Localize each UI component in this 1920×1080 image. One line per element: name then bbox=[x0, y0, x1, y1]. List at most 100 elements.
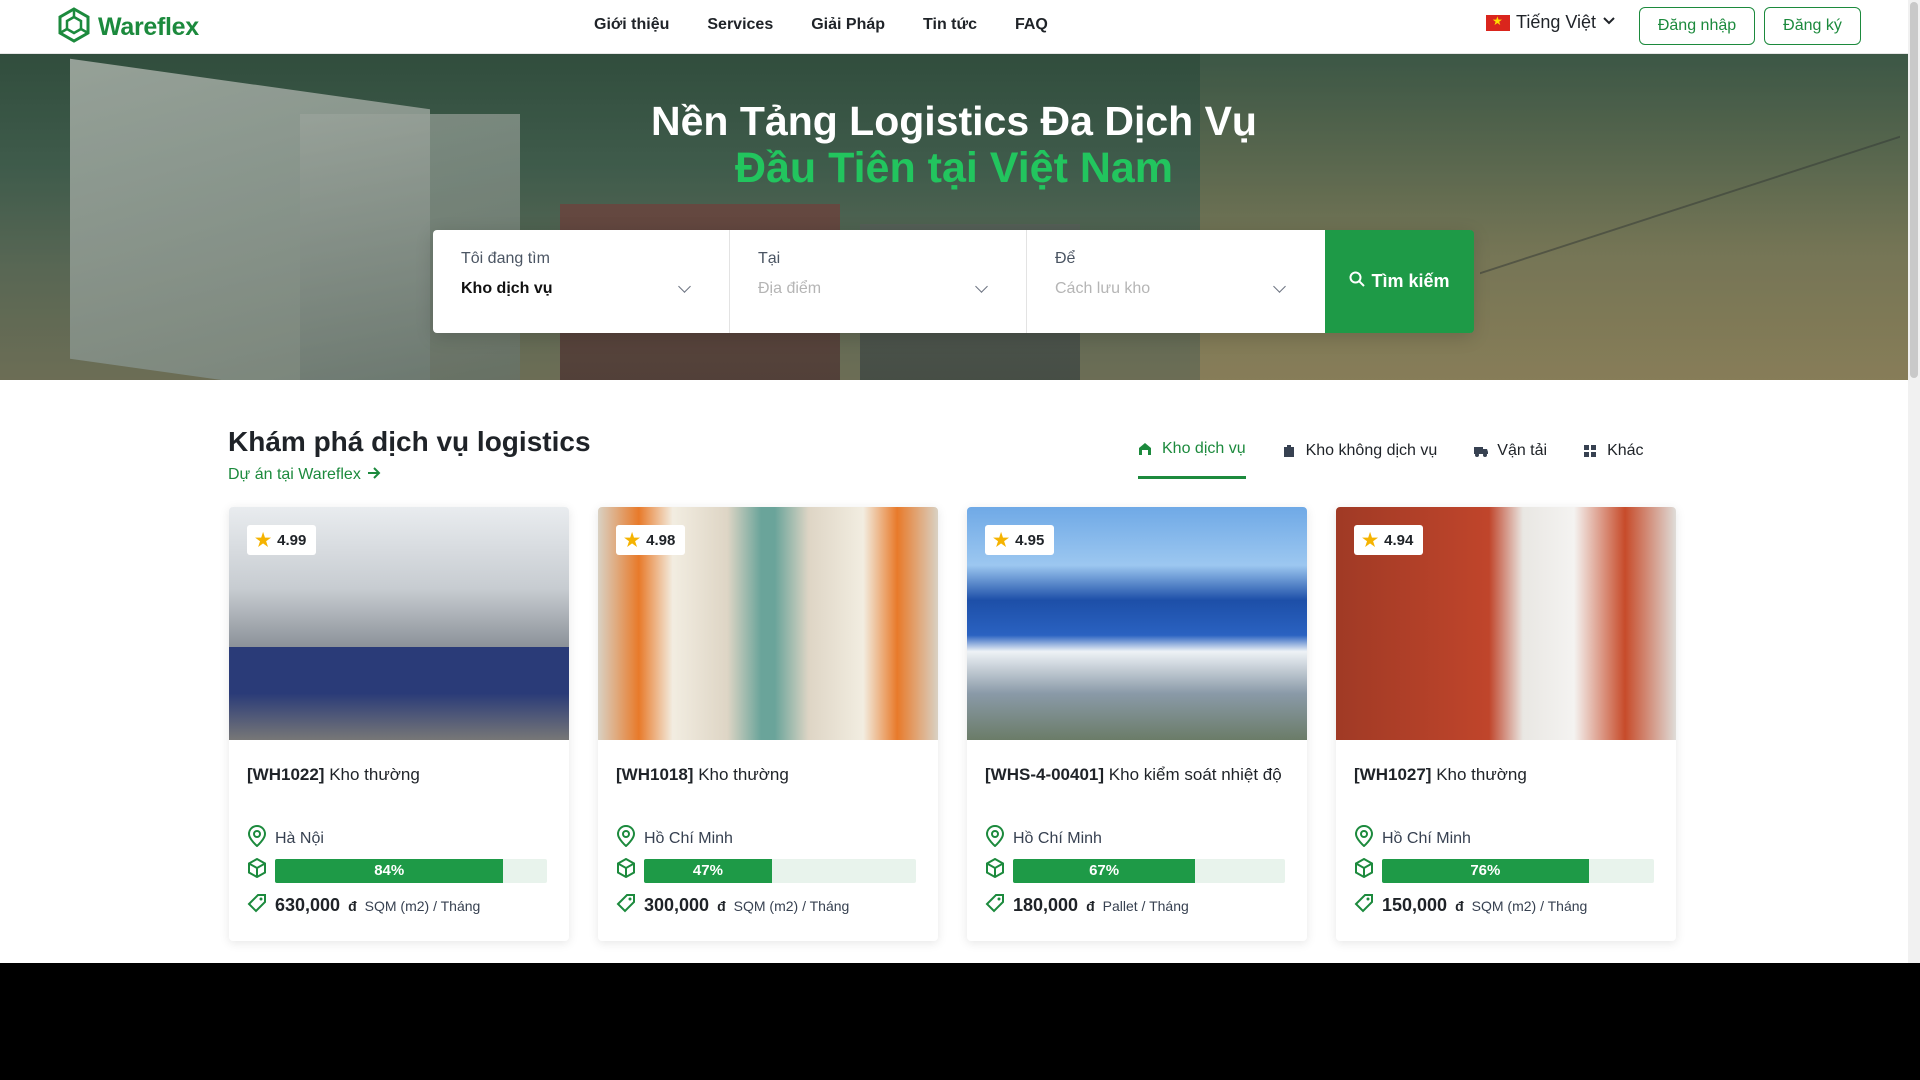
map-pin-icon bbox=[1354, 824, 1374, 852]
storage-method-placeholder: Cách lưu kho bbox=[1055, 280, 1151, 297]
nav-item-services[interactable]: Services bbox=[707, 16, 773, 34]
rating-badge: ★ 4.99 bbox=[247, 525, 317, 555]
login-button[interactable]: Đăng nhập bbox=[1639, 7, 1755, 45]
projects-link[interactable]: Dự án tại Wareflex bbox=[228, 466, 381, 484]
tab-kho-dich-vu[interactable]: Kho dịch vụ bbox=[1138, 440, 1246, 479]
storage-method-label: Để bbox=[1055, 250, 1076, 267]
capacity-fill: 47% bbox=[644, 858, 772, 883]
warehouse-card-list: ★ 4.99 [WH1022] Kho thường Hà Nội 84% 63… bbox=[229, 507, 1676, 941]
box-icon bbox=[985, 857, 1005, 883]
location-value: Hồ Chí Minh bbox=[644, 829, 733, 847]
rating-value: 4.95 bbox=[1015, 531, 1045, 549]
tab-label: Kho dịch vụ bbox=[1162, 440, 1246, 457]
price-amount: 300,000 bbox=[644, 895, 710, 915]
rating-value: 4.94 bbox=[1384, 531, 1414, 549]
warehouse-title: [WH1018] Kho thường bbox=[616, 761, 926, 788]
capacity-fill: 67% bbox=[1013, 858, 1196, 883]
vietnam-flag-icon bbox=[1486, 14, 1510, 31]
price-tag-icon bbox=[985, 893, 1005, 918]
hero-subtitle: Đầu Tiên tại Việt Nam bbox=[734, 144, 1174, 192]
nav-item-tin-tuc[interactable]: Tin tức bbox=[923, 16, 977, 34]
price-unit: SQM (m2) / Tháng bbox=[364, 897, 481, 914]
search-bar: Tôi đang tìm Kho dịch vụ Tại Địa điểm Để… bbox=[433, 230, 1474, 333]
rating-badge: ★ 4.98 bbox=[616, 525, 686, 555]
warehouse-code: [WHS-4-00401] bbox=[985, 765, 1105, 784]
language-label: Tiếng Việt bbox=[1516, 12, 1597, 32]
search-field-location[interactable]: Tại Địa điểm bbox=[730, 230, 1027, 333]
search-icon bbox=[1349, 271, 1366, 292]
capacity-fill: 76% bbox=[1382, 858, 1589, 883]
price-currency: đ bbox=[1455, 897, 1464, 914]
star-icon: ★ bbox=[1362, 530, 1379, 550]
star-icon: ★ bbox=[255, 530, 272, 550]
warehouse-title: [WH1027] Kho thường bbox=[1354, 761, 1664, 788]
capacity-bar: 47% bbox=[644, 858, 916, 883]
location-value: Hà Nội bbox=[275, 829, 324, 847]
warehouse-card[interactable]: ★ 4.95 [WHS-4-00401] Kho kiểm soát nhiệt… bbox=[967, 507, 1307, 941]
capacity-row: 47% bbox=[616, 857, 916, 883]
location-value: Hồ Chí Minh bbox=[1013, 829, 1102, 847]
warehouse-icon bbox=[1138, 442, 1152, 456]
warehouse-code: [WH1027] bbox=[1354, 765, 1432, 784]
language-selector[interactable]: Tiếng Việt bbox=[1486, 12, 1616, 33]
price-row: 150,000 đ SQM (m2) / Tháng bbox=[1354, 893, 1587, 918]
capacity-bar: 76% bbox=[1382, 858, 1654, 883]
page-scrollbar[interactable] bbox=[1908, 0, 1920, 963]
box-icon bbox=[247, 857, 267, 883]
tab-label: Vận tải bbox=[1497, 441, 1548, 459]
star-icon: ★ bbox=[624, 530, 641, 550]
register-button[interactable]: Đăng ký bbox=[1764, 7, 1861, 45]
map-pin-icon bbox=[247, 824, 267, 852]
capacity-row: 67% bbox=[985, 857, 1285, 883]
warehouse-code: [WH1018] bbox=[616, 765, 694, 784]
price-row: 300,000 đ SQM (m2) / Tháng bbox=[616, 893, 849, 918]
price-tag-icon bbox=[1354, 893, 1374, 918]
location-placeholder: Địa điểm bbox=[758, 280, 822, 297]
main-nav: Giới thiệu Services Giải Pháp Tin tức FA… bbox=[594, 0, 1048, 50]
top-header: Wareflex Giới thiệu Services Giải Pháp T… bbox=[0, 0, 1908, 54]
price-amount: 150,000 bbox=[1382, 895, 1448, 915]
category-tabs: Kho dịch vụ Kho không dịch vụ Vận tải Kh… bbox=[1138, 440, 1644, 479]
warehouse-card[interactable]: ★ 4.98 [WH1018] Kho thường Hồ Chí Minh 4… bbox=[598, 507, 938, 941]
rating-value: 4.99 bbox=[277, 531, 307, 549]
tab-van-tai[interactable]: Vận tải bbox=[1473, 440, 1547, 479]
capacity-bar: 67% bbox=[1013, 858, 1285, 883]
location-row: Hồ Chí Minh bbox=[616, 824, 733, 852]
scrollbar-thumb[interactable] bbox=[1910, 2, 1918, 378]
warehouse-code: [WH1022] bbox=[247, 765, 325, 784]
capacity-fill: 84% bbox=[275, 858, 504, 883]
price-currency: đ bbox=[717, 897, 726, 914]
tab-label: Kho không dịch vụ bbox=[1305, 441, 1438, 459]
warehouse-card[interactable]: ★ 4.99 [WH1022] Kho thường Hà Nội 84% 63… bbox=[229, 507, 569, 941]
tab-kho-khong-dich-vu[interactable]: Kho không dịch vụ bbox=[1282, 440, 1438, 479]
warehouse-card[interactable]: ★ 4.94 [WH1027] Kho thường Hồ Chí Minh 7… bbox=[1336, 507, 1676, 941]
star-icon: ★ bbox=[993, 530, 1010, 550]
tab-label: Khác bbox=[1607, 441, 1644, 459]
arrow-right-icon bbox=[367, 466, 381, 484]
map-pin-icon bbox=[985, 824, 1005, 852]
price-tag-icon bbox=[616, 893, 636, 918]
warehouse-photo: ★ 4.98 bbox=[598, 507, 938, 740]
nav-item-faq[interactable]: FAQ bbox=[1015, 16, 1048, 34]
price-unit: SQM (m2) / Tháng bbox=[1471, 897, 1588, 914]
location-row: Hồ Chí Minh bbox=[985, 824, 1102, 852]
capacity-row: 76% bbox=[1354, 857, 1654, 883]
nav-item-gioi-thieu[interactable]: Giới thiệu bbox=[594, 16, 669, 34]
search-button[interactable]: Tìm kiếm bbox=[1325, 230, 1474, 333]
price-unit: SQM (m2) / Tháng bbox=[733, 897, 850, 914]
brand-logo[interactable]: Wareflex bbox=[56, 7, 199, 48]
price-amount: 180,000 bbox=[1013, 895, 1079, 915]
truck-icon bbox=[1473, 444, 1489, 458]
grid-icon bbox=[1583, 444, 1597, 458]
warehouse-type: Kho thường bbox=[329, 765, 420, 784]
search-field-looking-for[interactable]: Tôi đang tìm Kho dịch vụ bbox=[433, 230, 730, 333]
tab-khac[interactable]: Khác bbox=[1583, 440, 1644, 479]
capacity-row: 84% bbox=[247, 857, 547, 883]
location-value: Hồ Chí Minh bbox=[1382, 829, 1471, 847]
storage-box-icon bbox=[1282, 444, 1296, 458]
price-amount: 630,000 bbox=[275, 895, 341, 915]
search-button-label: Tìm kiếm bbox=[1371, 271, 1450, 291]
nav-item-giai-phap[interactable]: Giải Pháp bbox=[811, 16, 885, 34]
brand-name: Wareflex bbox=[98, 13, 199, 41]
search-field-storage-method[interactable]: Để Cách lưu kho bbox=[1027, 230, 1324, 333]
